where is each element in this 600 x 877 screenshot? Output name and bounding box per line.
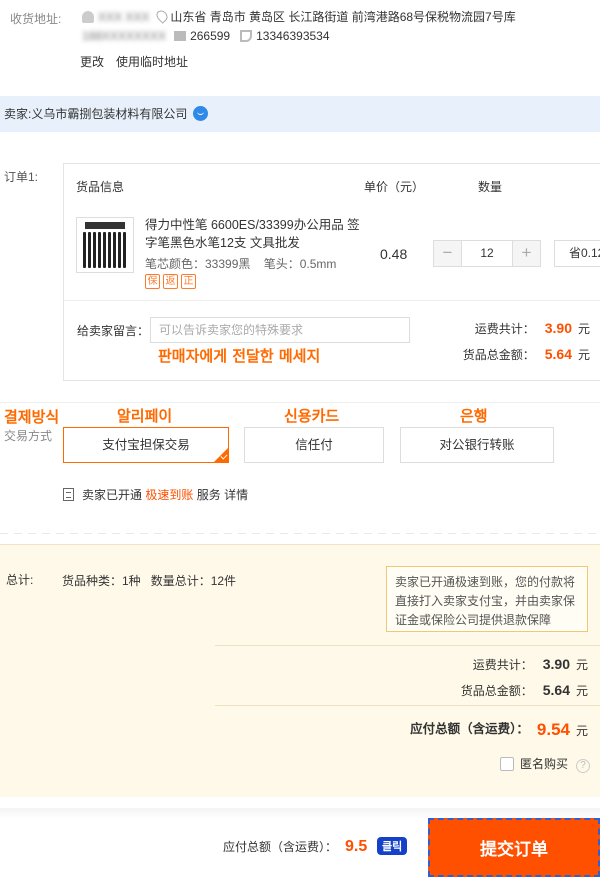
service-badges: 保返正 bbox=[145, 273, 199, 289]
qty-plus-button[interactable]: + bbox=[513, 241, 540, 266]
footer-total-label: 应付总额（含运费）： bbox=[223, 840, 338, 854]
goods-label: 货品总金额： bbox=[460, 684, 533, 698]
payment-label: 交易方式 bbox=[4, 429, 53, 443]
temporary-address-link[interactable]: 使用临时地址 bbox=[116, 55, 188, 69]
product-title[interactable]: 得力中性笔 6600ES/33399办公用品 签字笔黑色水笔12支 文具批发 bbox=[145, 216, 365, 252]
shipping-value: 3.90 bbox=[544, 320, 572, 336]
payment-option-label: 对公银行转账 bbox=[439, 438, 515, 452]
seller-prefix: 卖家: bbox=[4, 107, 32, 121]
summary-shipping-row: 运费共计： 3.90 元 bbox=[473, 656, 588, 673]
phone-icon bbox=[240, 30, 253, 42]
payment-option-label: 信任付 bbox=[295, 438, 333, 452]
product-spec: 笔芯颜色：33399黑 笔头：0.5mm bbox=[145, 255, 336, 272]
currency: 元 bbox=[577, 348, 590, 362]
summary-divider bbox=[215, 645, 600, 646]
goods-count: 数量总计：12件 bbox=[150, 574, 237, 588]
column-unit-price: 单价（元） bbox=[364, 180, 425, 194]
refund-guarantee-tip: 卖家已开通极速到账，您的付款将直接打入卖家支付宝，并由卖家保证金或保险公司提供退… bbox=[386, 566, 588, 632]
address-contact: 188XXXXXXXX 266599 13346393534 bbox=[82, 29, 330, 43]
anonymous-label[interactable]: 匿名购买 bbox=[520, 757, 568, 771]
summary-counts: 货品种类：1种 数量总计：12件 bbox=[62, 572, 236, 589]
payment-option-alipay[interactable]: 支付宝担保交易 bbox=[63, 427, 229, 463]
order-label: 订单1: bbox=[4, 170, 39, 184]
address-label: 收货地址: bbox=[10, 12, 62, 26]
phone-number: 13346393534 bbox=[256, 29, 330, 43]
anonymous-purchase: 匿名购买? bbox=[499, 755, 590, 773]
click-annotation-badge: 클릭 bbox=[377, 837, 408, 855]
payment-option-credit[interactable]: 信任付 bbox=[244, 427, 384, 463]
product-thumbnail[interactable] bbox=[76, 217, 134, 273]
goods-total-label: 货品总金额： bbox=[462, 348, 535, 362]
qty-input[interactable]: 12 bbox=[461, 241, 513, 266]
total-value: 9.54 bbox=[536, 720, 570, 739]
unit-price: 0.48 bbox=[380, 246, 408, 262]
payment-option-label: 支付宝担保交易 bbox=[102, 438, 190, 452]
shipping-label: 运费共计： bbox=[472, 658, 533, 672]
authentic-badge-icon: 正 bbox=[181, 274, 196, 289]
column-goods: 货品信息 bbox=[76, 180, 125, 194]
spec-tip: 笔头：0.5mm bbox=[263, 257, 337, 271]
currency: 元 bbox=[575, 658, 588, 672]
address-line: XXX XXX 山东省 青岛市 黄岛区 长江路街道 前湾港路68号保税物流园7号库 bbox=[82, 8, 597, 25]
summary-divider-2 bbox=[215, 705, 600, 706]
shipping-label: 运费共计： bbox=[474, 322, 535, 336]
shipping-value: 3.90 bbox=[542, 656, 570, 672]
summary-label: 总计: bbox=[6, 573, 34, 587]
summary-total-row: 应付总额（含运费）： 9.54 元 bbox=[410, 718, 588, 740]
person-icon bbox=[82, 11, 94, 23]
quantity-stepper: − 12 + bbox=[433, 240, 541, 267]
address-region: 山东省 青岛市 黄岛区 长江路街道 前湾港路68号保税物流园7号库 bbox=[170, 10, 516, 24]
order-goods-total-row: 货品总金额： 5.64 元 bbox=[463, 346, 590, 363]
notice-details-link[interactable]: 详情 bbox=[224, 488, 248, 502]
postcode: 266599 bbox=[190, 29, 231, 43]
column-quantity: 数量 bbox=[478, 180, 503, 194]
notice-highlight: 极速到账 bbox=[145, 488, 194, 502]
bank-korean-annotation: 은행 bbox=[460, 407, 488, 425]
goods-total-value: 5.64 bbox=[544, 346, 572, 362]
alipay-korean-annotation: 알리페이 bbox=[117, 407, 173, 425]
seller-bar: 卖家:义乌市霸捌包装材料有限公司 bbox=[0, 96, 600, 132]
seller-name[interactable]: 义乌市霸捌包装材料有限公司 bbox=[31, 107, 187, 121]
change-address-link[interactable]: 更改 bbox=[80, 55, 104, 69]
payment-option-bank[interactable]: 对公银行转账 bbox=[400, 427, 554, 463]
document-icon bbox=[63, 488, 74, 501]
notice-suffix: 服务 bbox=[196, 488, 221, 502]
location-pin-icon bbox=[154, 8, 171, 24]
recipient-name: XXX XXX bbox=[98, 10, 150, 24]
notice-prefix: 卖家已开通 bbox=[82, 488, 143, 502]
goods-kinds: 货品种类：1种 bbox=[62, 574, 141, 588]
message-label: 给卖家留言： bbox=[77, 324, 150, 338]
goods-value: 5.64 bbox=[542, 682, 570, 698]
postcode-icon bbox=[174, 31, 187, 41]
currency: 元 bbox=[577, 322, 590, 336]
qty-minus-button[interactable]: − bbox=[434, 241, 461, 266]
total-label: 应付总额（含运费）： bbox=[410, 722, 529, 736]
dashed-divider bbox=[0, 530, 600, 538]
row-divider bbox=[64, 300, 600, 301]
savings-tag: 省0.12 bbox=[554, 240, 600, 267]
order-shipping-row: 运费共计： 3.90 元 bbox=[475, 320, 590, 337]
guarantee-badge-icon: 保 bbox=[145, 274, 160, 289]
spec-color: 笔芯颜色：33399黑 bbox=[145, 257, 251, 271]
fast-payout-notice: 卖家已开通 极速到账 服务 详情 bbox=[63, 486, 248, 503]
currency: 元 bbox=[575, 684, 588, 698]
payment-divider bbox=[0, 402, 600, 403]
anonymous-checkbox[interactable] bbox=[499, 757, 514, 771]
credit-korean-annotation: 신용카드 bbox=[284, 407, 340, 425]
footer-total-value: 9.5 bbox=[345, 838, 368, 855]
submit-order-button[interactable]: 提交订单 bbox=[428, 818, 600, 877]
selected-check-icon bbox=[213, 447, 229, 463]
message-korean-annotation: 판매자에게 전달한 메세지 bbox=[158, 347, 321, 365]
footer-total: 应付总额（含运费）： 9.5 bbox=[223, 838, 367, 856]
address-actions: 更改 使用临时地址 bbox=[80, 53, 200, 70]
phone-blurred: 188XXXXXXXX bbox=[82, 29, 167, 43]
payment-korean-title: 결제방식 bbox=[4, 408, 60, 426]
currency: 元 bbox=[575, 724, 588, 738]
help-icon[interactable]: ? bbox=[576, 759, 590, 773]
summary-goods-row: 货品总金额： 5.64 元 bbox=[461, 682, 588, 699]
seller-message-input[interactable] bbox=[150, 317, 410, 343]
footer-shadow bbox=[0, 808, 600, 818]
return-badge-icon: 返 bbox=[163, 274, 178, 289]
chat-icon[interactable] bbox=[193, 106, 209, 121]
